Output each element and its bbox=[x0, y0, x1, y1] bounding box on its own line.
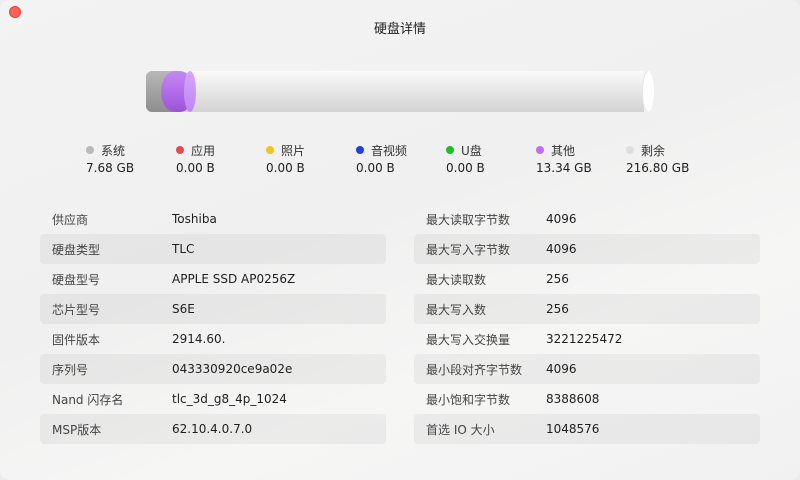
row-label: 供应商 bbox=[52, 212, 89, 227]
system-dot-icon bbox=[86, 146, 94, 154]
legend-value: 7.68 GB bbox=[86, 161, 135, 175]
table-row: 最小段对齐字节数 4096 bbox=[414, 354, 760, 384]
legend-value: 0.00 B bbox=[446, 161, 485, 175]
table-row: 最小饱和字节数 8388608 bbox=[414, 384, 760, 414]
row-label: 最大读取字节数 bbox=[426, 212, 511, 227]
legend-item-other: 其他 13.34 GB bbox=[536, 142, 626, 175]
close-button[interactable] bbox=[9, 6, 21, 18]
legend-value: 0.00 B bbox=[266, 161, 305, 175]
row-value: 8388608 bbox=[546, 392, 600, 406]
row-label: 最大写入数 bbox=[426, 302, 487, 317]
legend-label: 其他 bbox=[551, 143, 576, 158]
legend-label: U盘 bbox=[461, 143, 482, 158]
row-label: 最大读取数 bbox=[426, 272, 487, 287]
disk-usage-bar bbox=[146, 71, 654, 112]
row-value: 4096 bbox=[546, 362, 577, 376]
other-dot-icon bbox=[536, 146, 544, 154]
row-value: Toshiba bbox=[172, 212, 217, 226]
table-row: 序列号 043330920ce9a02e bbox=[40, 354, 386, 384]
row-value: tlc_3d_g8_4p_1024 bbox=[172, 392, 287, 406]
disk-details-window: 硬盘详情 系统 7.68 GB 应用 0.00 B 照片 0.00 B 音视频 … bbox=[0, 0, 800, 480]
legend-label: 应用 bbox=[191, 143, 216, 158]
photos-dot-icon bbox=[266, 146, 274, 154]
legend-label: 音视频 bbox=[371, 143, 408, 158]
legend-value: 0.00 B bbox=[356, 161, 395, 175]
row-value: 043330920ce9a02e bbox=[172, 362, 293, 376]
table-row: Nand 闪存名 tlc_3d_g8_4p_1024 bbox=[40, 384, 386, 414]
row-label: 最大写入交换量 bbox=[426, 332, 511, 347]
row-label: Nand 闪存名 bbox=[52, 392, 124, 407]
table-row: 芯片型号 S6E bbox=[40, 294, 386, 324]
legend-item-free: 剩余 216.80 GB bbox=[626, 142, 716, 175]
row-value: 62.10.4.0.7.0 bbox=[172, 422, 253, 436]
row-value: 3221225472 bbox=[546, 332, 623, 346]
legend-item-photos: 照片 0.00 B bbox=[266, 142, 356, 175]
legend-item-system: 系统 7.68 GB bbox=[86, 142, 176, 175]
row-value: 4096 bbox=[546, 242, 577, 256]
row-value: 4096 bbox=[546, 212, 577, 226]
table-row: 最大写入数 256 bbox=[414, 294, 760, 324]
storage-legend: 系统 7.68 GB 应用 0.00 B 照片 0.00 B 音视频 0.00 … bbox=[0, 142, 800, 178]
table-row: 最大读取字节数 4096 bbox=[414, 204, 760, 234]
row-label: 硬盘类型 bbox=[52, 242, 101, 257]
legend-value: 0.00 B bbox=[176, 161, 215, 175]
row-value: S6E bbox=[172, 302, 195, 316]
row-label: 固件版本 bbox=[52, 332, 101, 347]
table-row: 固件版本 2914.60. bbox=[40, 324, 386, 354]
row-label: 最大写入字节数 bbox=[426, 242, 511, 257]
disk-bar-end-cap bbox=[642, 71, 654, 112]
row-value: APPLE SSD AP0256Z bbox=[172, 272, 296, 286]
free-dot-icon bbox=[626, 146, 634, 154]
table-row: 硬盘类型 TLC bbox=[40, 234, 386, 264]
row-label: MSP版本 bbox=[52, 422, 102, 437]
row-label: 最小饱和字节数 bbox=[426, 392, 511, 407]
row-label: 首选 IO 大小 bbox=[426, 422, 495, 437]
disk-info-table: 供应商 Toshiba 硬盘类型 TLC 硬盘型号 APPLE SSD AP0256Z… bbox=[40, 204, 386, 444]
row-label: 最小段对齐字节数 bbox=[426, 362, 523, 377]
legend-label: 剩余 bbox=[641, 143, 666, 158]
row-label: 序列号 bbox=[52, 362, 89, 377]
row-value: 1048576 bbox=[546, 422, 600, 436]
table-row: 硬盘型号 APPLE SSD AP0256Z bbox=[40, 264, 386, 294]
legend-label: 照片 bbox=[281, 143, 306, 158]
table-row: 最大写入字节数 4096 bbox=[414, 234, 760, 264]
table-row: 供应商 Toshiba bbox=[40, 204, 386, 234]
legend-label: 系统 bbox=[101, 143, 126, 158]
apps-dot-icon bbox=[176, 146, 184, 154]
media-dot-icon bbox=[356, 146, 364, 154]
row-label: 硬盘型号 bbox=[52, 272, 101, 287]
free-space-segment bbox=[156, 71, 644, 112]
table-row: MSP版本 62.10.4.0.7.0 bbox=[40, 414, 386, 444]
other-usage-cap bbox=[184, 71, 196, 112]
legend-value: 13.34 GB bbox=[536, 161, 592, 175]
row-value: 256 bbox=[546, 302, 569, 316]
window-title: 硬盘详情 bbox=[373, 22, 426, 37]
row-value: 256 bbox=[546, 272, 569, 286]
table-row: 首选 IO 大小 1048576 bbox=[414, 414, 760, 444]
legend-item-apps: 应用 0.00 B bbox=[176, 142, 266, 175]
row-label: 芯片型号 bbox=[52, 302, 101, 317]
usb-dot-icon bbox=[446, 146, 454, 154]
row-value: 2914.60. bbox=[172, 332, 226, 346]
table-row: 最大写入交换量 3221225472 bbox=[414, 324, 760, 354]
row-value: TLC bbox=[172, 242, 195, 256]
disk-io-table: 最大读取字节数 4096 最大写入字节数 4096 最大读取数 256 最大写入数 25… bbox=[414, 204, 760, 444]
legend-item-usb: U盘 0.00 B bbox=[446, 142, 536, 175]
table-row: 最大读取数 256 bbox=[414, 264, 760, 294]
legend-value: 216.80 GB bbox=[626, 161, 690, 175]
legend-item-media: 音视频 0.00 B bbox=[356, 142, 446, 175]
